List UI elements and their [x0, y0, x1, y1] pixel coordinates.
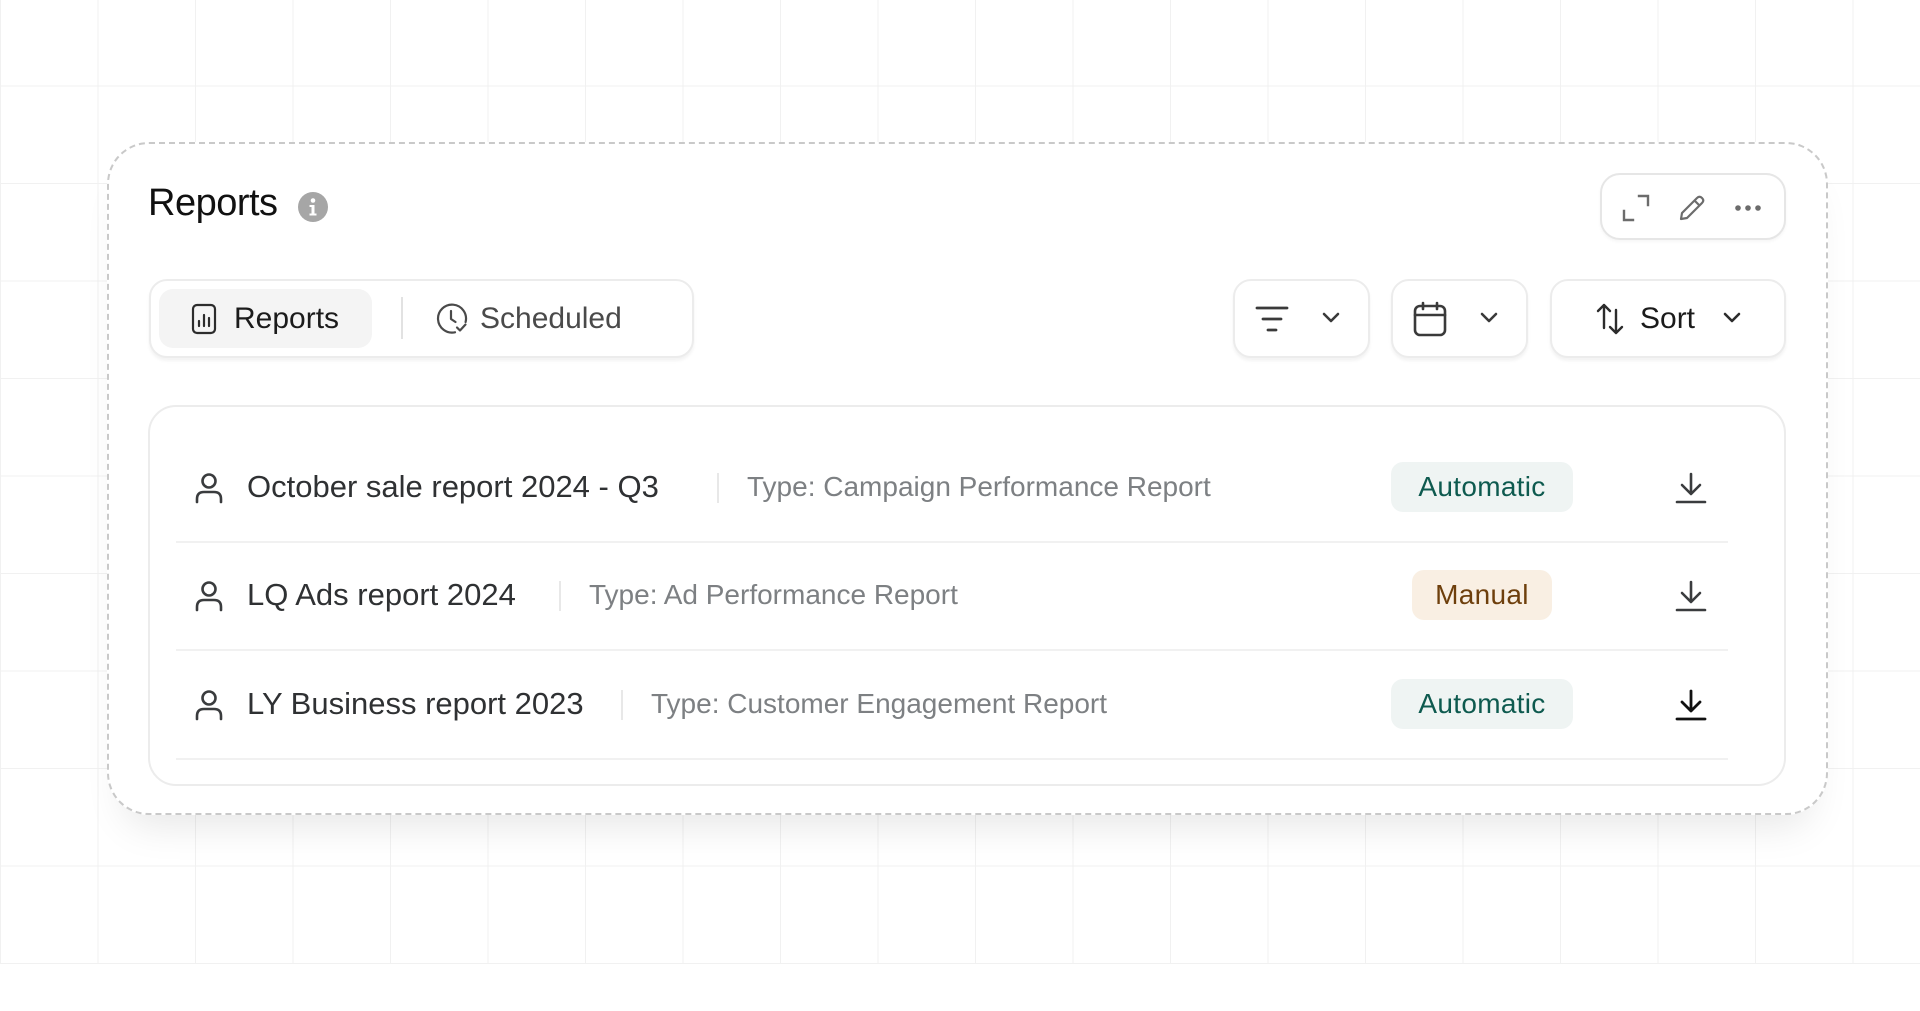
- divider: [559, 581, 561, 611]
- tab-scheduled-label: Scheduled: [480, 301, 622, 335]
- sort-label: Sort: [1640, 302, 1696, 335]
- report-name: October sale report 2024 - Q3: [247, 469, 659, 504]
- download-icon[interactable]: [1674, 579, 1708, 613]
- widget-title: Reports: [148, 182, 278, 224]
- bar-chart-report-icon: [191, 303, 217, 334]
- sort-arrows-icon: [1596, 303, 1624, 335]
- chevron-down-icon: [1322, 312, 1340, 323]
- divider: [717, 473, 719, 503]
- sort-dropdown[interactable]: Sort: [1550, 279, 1786, 358]
- status-badge: Automatic: [1391, 679, 1573, 729]
- info-icon[interactable]: [297, 191, 329, 223]
- report-type: Type: Ad Performance Report: [589, 579, 958, 610]
- report-row[interactable]: LQ Ads report 2024 Type: Ad Performance …: [176, 541, 1728, 651]
- tab-reports[interactable]: Reports: [159, 289, 372, 348]
- status-badge-label: Automatic: [1418, 688, 1546, 719]
- user-icon: [195, 690, 223, 721]
- user-icon: [195, 581, 223, 612]
- report-type: Type: Customer Engagement Report: [651, 688, 1108, 719]
- download-icon[interactable]: [1674, 688, 1708, 722]
- view-tabs: Reports Scheduled: [149, 279, 694, 358]
- pencil-icon[interactable]: [1676, 192, 1708, 224]
- filter-lines-icon: [1255, 306, 1289, 332]
- divider: [621, 690, 623, 720]
- report-name: LY Business report 2023: [247, 686, 584, 721]
- widget-actions-group: [1600, 173, 1786, 240]
- tab-reports-label: Reports: [234, 301, 340, 335]
- report-type: Type: Campaign Performance Report: [747, 471, 1211, 502]
- download-icon[interactable]: [1674, 471, 1708, 505]
- chevron-down-icon: [1480, 312, 1498, 323]
- tab-scheduled[interactable]: Scheduled: [436, 289, 686, 348]
- date-dropdown[interactable]: [1391, 279, 1528, 358]
- report-row[interactable]: October sale report 2024 - Q3 Type: Camp…: [176, 433, 1728, 543]
- tab-divider: [401, 297, 403, 339]
- status-badge-label: Automatic: [1418, 471, 1546, 502]
- calendar-icon: [1413, 301, 1447, 337]
- report-row[interactable]: LY Business report 2023 Type: Customer E…: [176, 650, 1728, 760]
- chevron-down-icon: [1723, 312, 1741, 323]
- user-icon: [195, 473, 223, 504]
- status-badge: Manual: [1412, 570, 1552, 620]
- status-badge: Automatic: [1391, 462, 1573, 512]
- filter-dropdown[interactable]: [1233, 279, 1370, 358]
- report-name: LQ Ads report 2024: [247, 577, 516, 612]
- more-horizontal-icon[interactable]: [1732, 192, 1764, 224]
- status-badge-label: Manual: [1435, 579, 1529, 610]
- clock-check-icon: [436, 303, 468, 334]
- expand-icon[interactable]: [1620, 192, 1652, 224]
